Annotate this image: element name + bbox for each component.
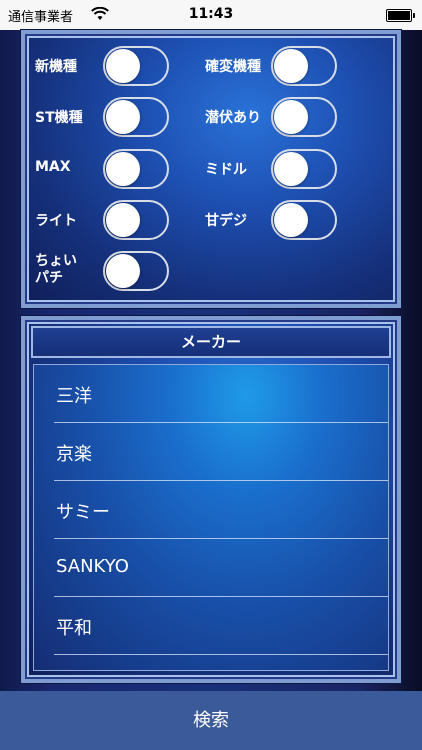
maker-item-label: 平和 bbox=[56, 618, 92, 639]
toggle-knob bbox=[106, 100, 140, 134]
max-toggle[interactable] bbox=[103, 149, 169, 189]
senpuku-toggle[interactable] bbox=[271, 97, 337, 137]
status-bar: 通信事業者 11:43 bbox=[0, 0, 422, 30]
filter-label: 確変機種 bbox=[205, 59, 261, 75]
filter-new-model: 新機種 bbox=[35, 44, 185, 88]
filter-label: 甘デジ bbox=[205, 213, 247, 229]
clock: 11:43 bbox=[188, 6, 234, 22]
maker-list[interactable]: 三洋 京楽 サミー SANKYO 平和 bbox=[33, 364, 389, 671]
filter-kakuhen: 確変機種 bbox=[205, 44, 385, 88]
filter-label-line1: ちょい bbox=[35, 253, 77, 269]
filter-panel: 新機種 確変機種 ST機種 潜伏あり MAX ミドル ライト 甘デジ ちょい パ… bbox=[21, 30, 401, 308]
filter-label-line2: パチ bbox=[35, 270, 63, 286]
toggle-knob bbox=[106, 152, 140, 186]
filter-label: ライト bbox=[35, 213, 77, 229]
filter-senpuku: 潜伏あり bbox=[205, 95, 385, 139]
maker-item-sanyo[interactable]: 三洋 bbox=[54, 365, 388, 423]
maker-item-label: SANKYO bbox=[56, 556, 129, 577]
search-button[interactable]: 検索 bbox=[0, 691, 422, 750]
filter-label: 新機種 bbox=[35, 59, 77, 75]
maker-item-label: 三洋 bbox=[56, 386, 92, 407]
filter-label: ミドル bbox=[205, 162, 247, 178]
st-toggle[interactable] bbox=[103, 97, 169, 137]
filter-st: ST機種 bbox=[35, 95, 185, 139]
filter-max: MAX bbox=[35, 147, 185, 191]
filter-middle: ミドル bbox=[205, 147, 385, 191]
toggle-knob bbox=[274, 203, 308, 237]
toggle-knob bbox=[274, 100, 308, 134]
battery-icon bbox=[386, 9, 415, 22]
maker-item-label: サミー bbox=[56, 502, 110, 523]
filter-label: 潜伏あり bbox=[205, 110, 261, 126]
maker-item-kyoraku[interactable]: 京楽 bbox=[54, 423, 388, 481]
filter-label: ちょい パチ bbox=[35, 253, 95, 287]
new-model-toggle[interactable] bbox=[103, 46, 169, 86]
filter-label: MAX bbox=[35, 159, 71, 175]
maker-item-sankyo[interactable]: SANKYO bbox=[54, 539, 388, 597]
choi-pachi-toggle[interactable] bbox=[103, 251, 169, 291]
kakuhen-toggle[interactable] bbox=[271, 46, 337, 86]
toggle-knob bbox=[274, 49, 308, 83]
toggle-knob bbox=[274, 152, 308, 186]
filter-choi-pachi: ちょい パチ bbox=[35, 249, 185, 293]
maker-item-sammy[interactable]: サミー bbox=[54, 481, 388, 539]
toggle-knob bbox=[106, 49, 140, 83]
light-toggle[interactable] bbox=[103, 200, 169, 240]
amadeji-toggle[interactable] bbox=[271, 200, 337, 240]
middle-toggle[interactable] bbox=[271, 149, 337, 189]
toggle-knob bbox=[106, 254, 140, 288]
filter-label: ST機種 bbox=[35, 110, 83, 126]
toggle-knob bbox=[106, 203, 140, 237]
filter-amadeji: 甘デジ bbox=[205, 198, 385, 242]
maker-panel: メーカー 三洋 京楽 サミー SANKYO 平和 bbox=[21, 316, 401, 683]
filter-light: ライト bbox=[35, 198, 185, 242]
maker-item-label: 京楽 bbox=[56, 444, 92, 465]
maker-header: メーカー bbox=[31, 326, 391, 358]
maker-item-heiwa[interactable]: 平和 bbox=[54, 597, 388, 655]
